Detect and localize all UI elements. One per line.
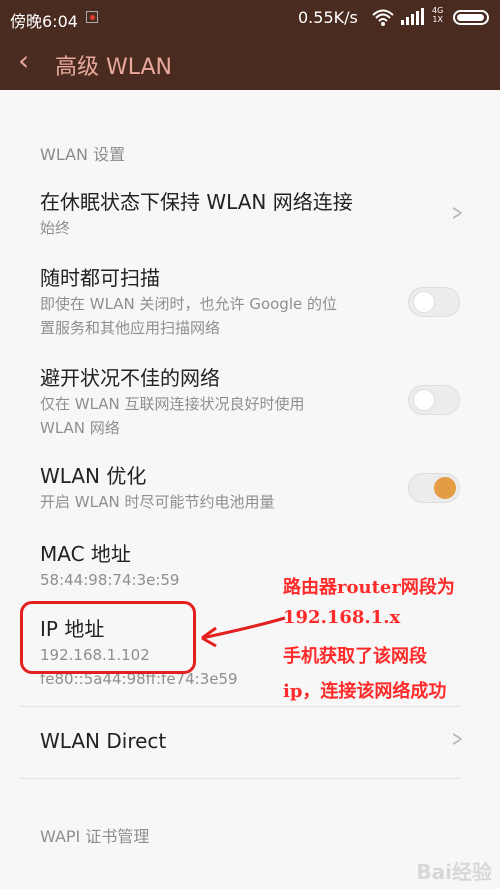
signal-bars-icon [400, 8, 430, 29]
item-title: WAPI 证书管理 [40, 827, 150, 846]
item-title: MAC 地址 [40, 542, 131, 566]
item-subtitle-line1: 仅在 WLAN 互联网连接状况良好时使用 [40, 395, 305, 413]
toggle-knob [434, 477, 456, 499]
back-arrow-icon[interactable]: ‹ [18, 46, 29, 76]
annotation-line1: 路由器router网段为 [283, 577, 455, 598]
item-subtitle-line2: WLAN 网络 [40, 419, 120, 437]
wifi-icon [372, 9, 394, 31]
toggle-knob [413, 291, 435, 313]
divider [20, 706, 460, 707]
net-speed: 0.55K/s [298, 8, 358, 27]
page-title: 高级 WLAN [55, 55, 173, 80]
status-bar: 傍晚6:04 0.55K/s 4G 1X [0, 0, 500, 36]
list-item-wlan-direct[interactable]: WLAN Direct [40, 727, 460, 755]
list-item-wapi-cert[interactable]: WAPI 证书管理 [40, 825, 460, 849]
annotation-line3: 手机获取了该网段 [283, 646, 427, 667]
network-type-bottom: 1X [432, 15, 443, 24]
list-item-always-scan[interactable]: 随时都可扫描 即使在 WLAN 关闭时，也允许 Google 的位 置服务和其他… [40, 264, 460, 340]
screen-record-icon [86, 11, 98, 23]
annotation-highlight-box [20, 601, 196, 674]
network-type: 4G 1X [432, 6, 443, 24]
item-subtitle: 始终 [40, 219, 71, 237]
status-time: 傍晚6:04 [10, 12, 78, 31]
battery-icon [453, 10, 489, 25]
watermark: Bai经验 [416, 860, 492, 884]
section-header: WLAN 设置 [40, 145, 126, 164]
toggle-always-scan[interactable] [408, 287, 460, 317]
network-type-top: 4G [432, 6, 444, 15]
app-bar: ‹ 高级 WLAN [0, 36, 500, 90]
list-item-keep-wlan-sleep[interactable]: 在休眠状态下保持 WLAN 网络连接 始终 [40, 188, 460, 240]
annotation-arrow-icon [201, 616, 286, 648]
item-title: 避开状况不佳的网络 [40, 366, 220, 390]
item-subtitle-line2: 置服务和其他应用扫描网络 [40, 319, 221, 337]
toggle-wlan-optimization[interactable] [408, 473, 460, 503]
divider [20, 778, 460, 779]
chevron-right-icon: > [451, 727, 463, 752]
toggle-knob [413, 389, 435, 411]
item-subtitle: 开启 WLAN 时尽可能节约电池用量 [40, 493, 275, 511]
item-title: 随时都可扫描 [40, 266, 160, 290]
item-title: WLAN Direct [40, 729, 167, 753]
annotation-line2: 192.168.1.x [283, 607, 401, 628]
chevron-right-icon: > [451, 201, 463, 226]
list-item-avoid-poor-networks[interactable]: 避开状况不佳的网络 仅在 WLAN 互联网连接状况良好时使用 WLAN 网络 [40, 364, 460, 440]
item-subtitle-line1: 即使在 WLAN 关闭时，也允许 Google 的位 [40, 295, 337, 313]
toggle-avoid-poor-networks[interactable] [408, 385, 460, 415]
item-title: 在休眠状态下保持 WLAN 网络连接 [40, 190, 353, 214]
annotation-line4: ip，连接该网络成功 [283, 681, 447, 702]
list-item-wlan-optimization[interactable]: WLAN 优化 开启 WLAN 时尽可能节约电池用量 [40, 462, 460, 514]
item-title: WLAN 优化 [40, 464, 147, 488]
